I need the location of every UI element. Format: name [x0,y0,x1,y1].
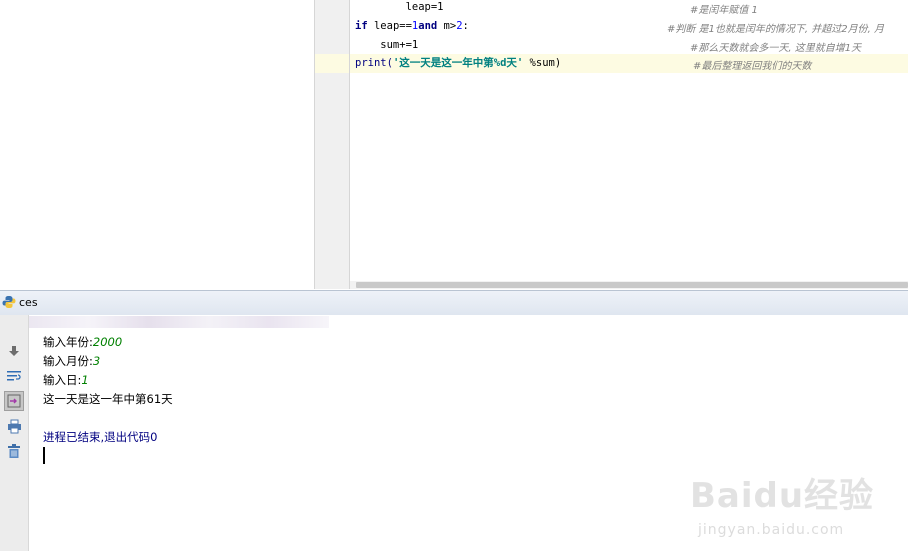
prompt-text: 输入年份: [43,335,93,349]
clear-all-button[interactable] [4,441,24,461]
soft-wrap-button[interactable] [4,366,24,386]
code-text: %sum) [523,57,562,69]
console-line-year: 输入年份:2000 [43,333,122,352]
wrap-lines-icon [7,371,21,381]
text-cursor [43,447,45,464]
user-input-value: 3 [92,354,101,368]
watermark-logo: Baidu经验 [690,476,875,516]
code-line-1[interactable]: leap=1 [355,0,908,17]
exit-message: 进程已结束,退出代码 [43,430,151,444]
scroll-to-end-button[interactable] [4,391,24,411]
project-panel [0,0,315,289]
editor-gutter [315,0,350,289]
code-text: leap== [367,20,412,32]
code-editor[interactable]: leap=1 #是闰年赋值 1 if leap==1and m>2: #判断 是… [350,0,908,289]
string-literal: '这一天是这一年中第%d天' [392,57,524,69]
python-icon [2,296,16,308]
gutter-current-line [315,54,349,73]
prompt-text: 输入日: [43,373,82,387]
user-input-value: 2000 [92,335,123,349]
console-line-month: 输入月份:3 [43,352,100,371]
code-text: m> [437,20,457,32]
keyword-and: and [418,20,438,32]
print-button[interactable] [4,416,24,436]
code-text: leap=1 [355,1,444,13]
code-line-4[interactable]: print('这一天是这一年中第%d天' %sum) [350,54,908,73]
printer-icon [7,419,21,433]
code-comment-1: #是闰年赋值 1 [690,5,758,16]
prompt-text: 输入月份: [43,354,93,368]
code-comment-2: #判断 是1也就是闰年的情况下, 并超过2月份, 月 [667,24,884,35]
console-line-result: 这一天是这一年中第61天 [43,392,173,406]
scroll-down-button[interactable] [4,341,24,361]
run-panel-header: ces [0,290,908,316]
code-text: : [462,20,469,32]
user-input-value: 1 [81,373,89,387]
arrow-down-icon [9,346,19,356]
scrollbar-thumb[interactable] [356,282,908,288]
exit-code: 0 [150,430,158,444]
watermark-url: jingyan.baidu.com [698,522,845,538]
run-config-title[interactable]: ces [19,291,38,315]
run-toolbar [0,315,29,551]
code-comment-4: #最后整理返回我们的天数 [693,61,812,72]
code-text: sum+=1 [355,39,419,51]
baidu-jingyan-watermark: Baidu经验 jingyan.baidu.com [690,450,900,545]
code-comment-3: #那么天数就会多一天, 这里就自增1天 [690,43,862,54]
console-line-exit: 进程已结束,退出代码0 [43,428,157,447]
blurred-path-text [29,316,329,328]
keyword-if: if [355,20,368,32]
scroll-end-icon [7,394,21,408]
console-line-day: 输入日:1 [43,371,89,390]
builtin-print: print( [355,57,393,69]
trash-icon [8,443,20,458]
